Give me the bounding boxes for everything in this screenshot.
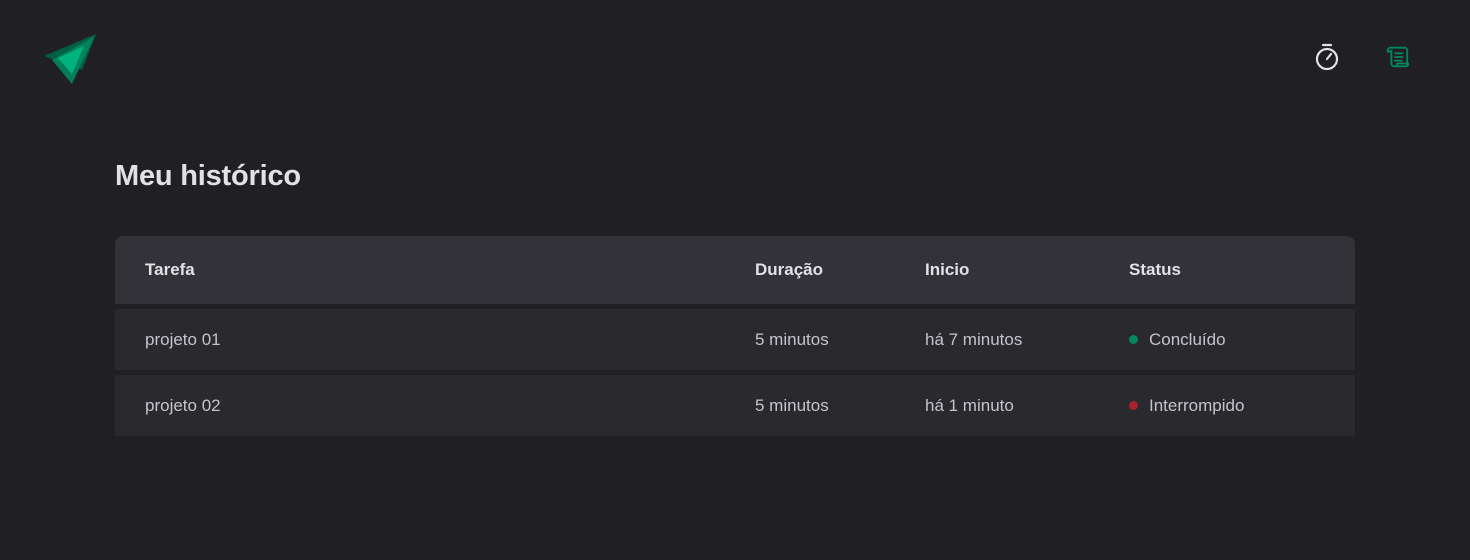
triangles-logo-icon (44, 34, 96, 86)
cell-duration: 5 minutos (755, 375, 925, 436)
column-header-start: Inicio (925, 236, 1129, 304)
column-header-status: Status (1129, 236, 1355, 304)
history-table: Tarefa Duração Inicio Status projeto 01 … (115, 231, 1355, 441)
cell-task: projeto 02 (115, 375, 755, 436)
cell-status: Interrompido (1129, 375, 1355, 436)
timer-icon (1315, 43, 1339, 71)
status-dot-icon (1129, 401, 1138, 410)
cell-task: projeto 01 (115, 309, 755, 370)
nav-history-link[interactable] (1384, 42, 1410, 72)
page-title: Meu histórico (115, 160, 301, 192)
table-header-row: Tarefa Duração Inicio Status (115, 236, 1355, 304)
history-table-container: Tarefa Duração Inicio Status projeto 01 … (115, 236, 1355, 441)
scroll-icon (1386, 46, 1410, 68)
table-row: projeto 02 5 minutos há 1 minuto Interro… (115, 375, 1355, 436)
column-header-duration: Duração (755, 236, 925, 304)
cell-start: há 1 minuto (925, 375, 1129, 436)
status-dot-icon (1129, 335, 1138, 344)
table-row: projeto 01 5 minutos há 7 minutos Conclu… (115, 309, 1355, 370)
cell-status: Concluído (1129, 309, 1355, 370)
status-label: Concluído (1149, 329, 1226, 349)
nav-timer-link[interactable] (1314, 42, 1340, 72)
status-label: Interrompido (1149, 395, 1245, 415)
column-header-task: Tarefa (115, 236, 755, 304)
main-nav (1314, 42, 1410, 72)
cell-duration: 5 minutos (755, 309, 925, 370)
cell-start: há 7 minutos (925, 309, 1129, 370)
